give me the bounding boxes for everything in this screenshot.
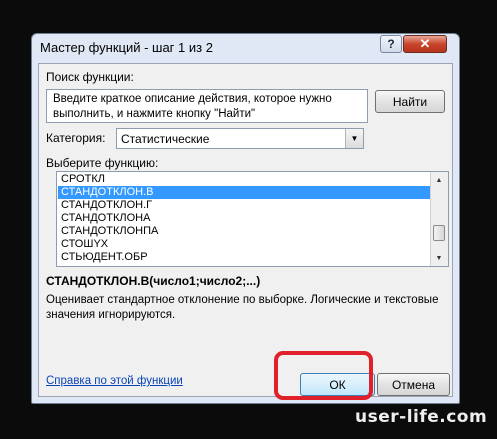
list-item[interactable]: СТАНДОТКЛОНА [58,212,430,225]
help-title-button[interactable]: ? [380,35,402,53]
question-icon: ? [387,37,395,51]
watermark: user-life.com [355,407,488,427]
category-label: Категория: [46,131,106,145]
list-item[interactable]: СРОТКЛ [58,173,430,186]
close-icon: ✕ [419,36,431,51]
list-item[interactable]: СТАНДОТКЛОН.Г [58,199,430,212]
search-label: Поиск функции: [46,70,134,84]
list-item[interactable]: СТАНДОТКЛОНПА [58,225,430,238]
title-bar[interactable]: Мастер функций - шаг 1 из 2 ? ✕ [32,34,459,61]
function-wizard-dialog: Мастер функций - шаг 1 из 2 ? ✕ Поиск фу… [31,33,460,404]
category-select[interactable]: Статистические ▼ [116,128,364,149]
function-help-link[interactable]: Справка по этой функции [46,375,183,387]
scroll-thumb[interactable] [433,225,445,241]
category-value: Статистические [121,132,210,146]
list-item[interactable]: СТОШYX [58,238,430,251]
dialog-body: Поиск функции: Введите краткое описание … [38,63,453,397]
dialog-title: Мастер функций - шаг 1 из 2 [40,40,213,55]
function-signature: СТАНДОТКЛОН.В(число1;число2;...) [46,274,261,288]
scroll-down-arrow-icon[interactable]: ▼ [431,251,447,265]
chevron-down-icon[interactable]: ▼ [345,129,363,148]
find-button-label: Найти [392,94,428,109]
search-input[interactable]: Введите краткое описание действия, котор… [46,89,368,123]
scroll-up-arrow-icon[interactable]: ▲ [431,173,447,187]
cancel-button-label: Отмена [391,377,436,392]
list-item-selected[interactable]: СТАНДОТКЛОН.В [58,186,430,199]
function-list-label: Выберите функцию: [46,156,159,170]
find-button[interactable]: Найти [375,90,445,113]
function-list[interactable]: СРОТКЛ СТАНДОТКЛОН.В СТАНДОТКЛОН.Г СТАНД… [56,171,449,267]
function-description: Оценивает стандартное отклонение по выбо… [46,294,439,321]
close-button[interactable]: ✕ [403,35,447,53]
ok-highlight-ring [274,351,373,400]
cancel-button[interactable]: Отмена [377,373,450,396]
list-item[interactable]: СТЬЮДЕНТ.ОБР [58,251,430,264]
function-list-scrollbar[interactable]: ▲ ▼ [430,172,448,266]
